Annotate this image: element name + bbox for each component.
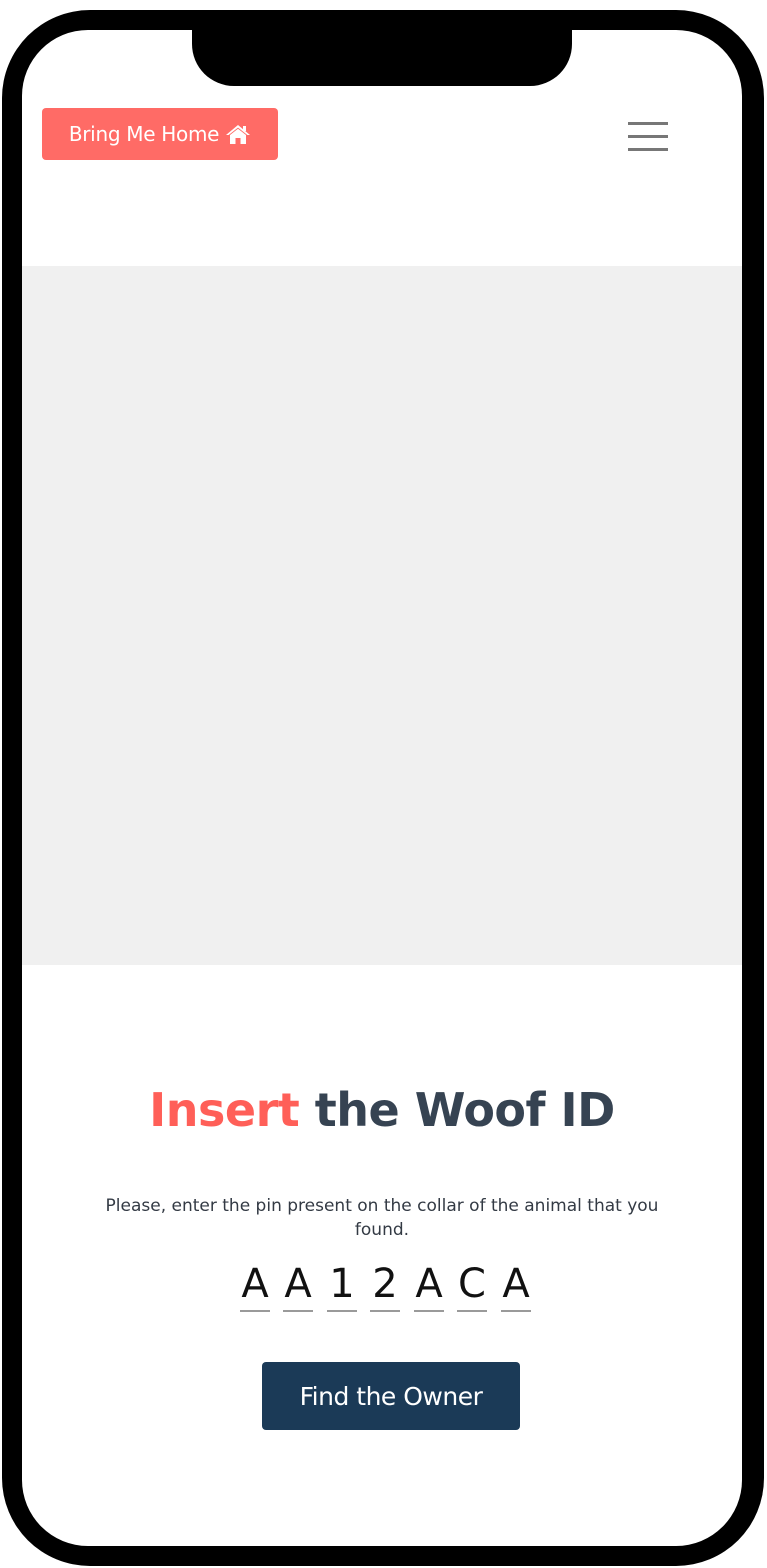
pin-digit-input[interactable]: A [240,1258,270,1312]
menu-line [628,135,668,138]
pin-digit-input[interactable]: C [457,1258,487,1312]
pin-digit-input[interactable]: A [501,1258,531,1312]
phone-notch [192,30,572,86]
find-owner-button[interactable]: Find the Owner [262,1362,520,1430]
hamburger-menu-icon[interactable] [626,120,670,154]
phone-mockup: Bring Me Home Insert the Woof ID Please,… [0,0,767,1568]
menu-line [628,148,668,151]
pin-input-group: A A 1 2 A C A [236,1258,536,1316]
title-accent: Insert [149,1083,300,1137]
title-rest: the Woof ID [299,1083,616,1137]
pin-digit-input[interactable]: 1 [327,1258,357,1312]
pin-digit-input[interactable]: A [414,1258,444,1312]
phone-screen: Bring Me Home Insert the Woof ID Please,… [22,30,742,1546]
hero-image-placeholder [22,266,742,965]
pin-digit-input[interactable]: A [283,1258,313,1312]
page-title: Insert the Woof ID [22,1080,742,1140]
instructions-text: Please, enter the pin present on the col… [105,1196,659,1240]
bring-me-home-button[interactable]: Bring Me Home [42,108,278,160]
pin-digit-input[interactable]: 2 [370,1258,400,1312]
menu-line [628,122,668,125]
brand-label: Bring Me Home [68,122,220,146]
home-icon [225,123,251,145]
